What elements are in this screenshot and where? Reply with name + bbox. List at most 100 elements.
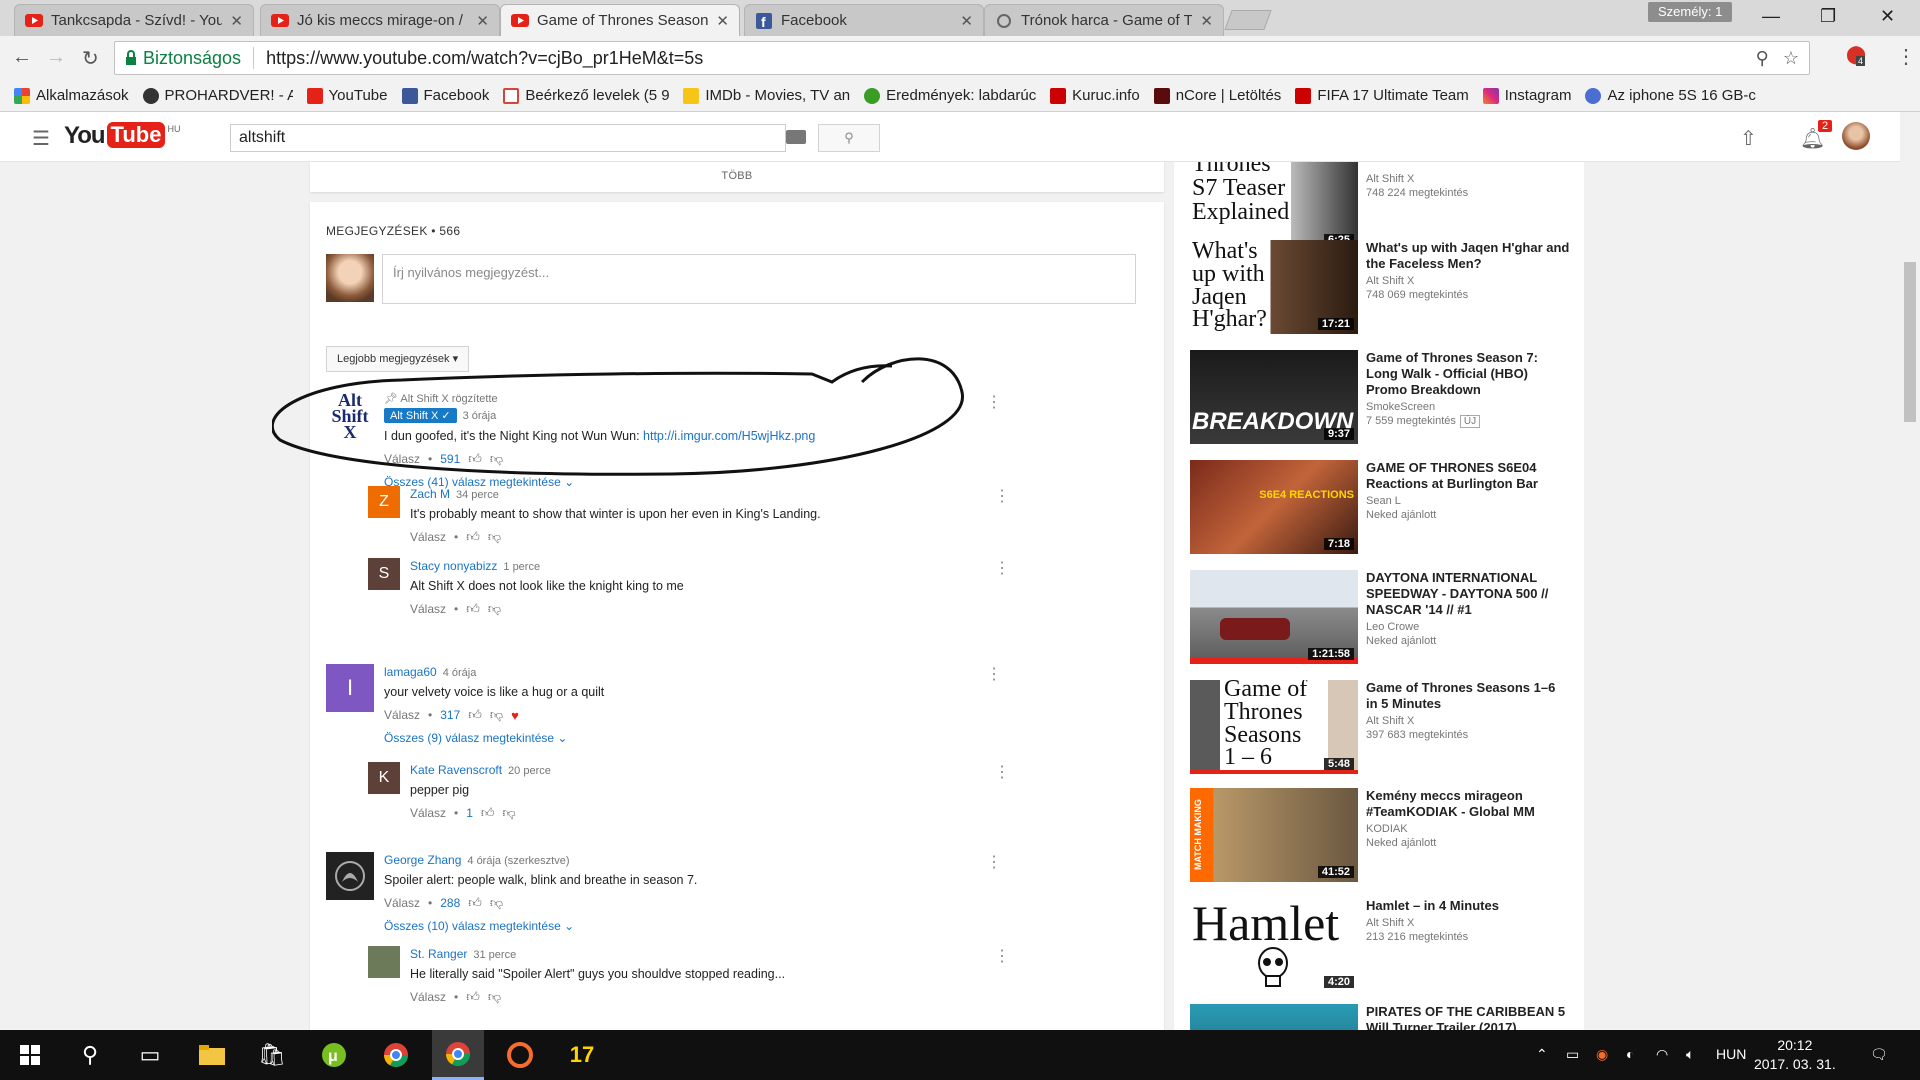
close-icon[interactable]: ✕ <box>230 12 243 30</box>
comment-author[interactable]: lamaga60 <box>384 665 437 679</box>
comment-time[interactable]: 31 perce <box>473 949 516 961</box>
thumbs-up-icon[interactable]: 👍︎ <box>481 805 495 821</box>
thumbs-down-icon[interactable]: 👎︎ <box>490 895 503 911</box>
bookmark-ncore[interactable]: nCore | Letöltés <box>1153 87 1281 104</box>
bookmark-kuruc[interactable]: Kuruc.info <box>1050 87 1140 104</box>
tab-1[interactable]: Tankcsapda - Szívd! - You ✕ <box>14 4 254 36</box>
bookmark-fifa[interactable]: FIFA 17 Ultimate Team <box>1295 87 1469 104</box>
bookmark-apps[interactable]: Alkalmazások <box>14 87 129 104</box>
reply-avatar[interactable]: Z <box>368 486 400 518</box>
bookmark-facebook[interactable]: Facebook <box>401 87 489 104</box>
tab-2[interactable]: Jó kis meccs mirage-on / ✕ <box>260 4 500 36</box>
utorrent-icon[interactable]: μ <box>308 1030 360 1080</box>
bookmark-youtube[interactable]: YouTube <box>306 87 388 104</box>
bookmark-imdb[interactable]: IMDb - Movies, TV an <box>683 87 850 104</box>
bookmark-eredmenyek[interactable]: Eredmények: labdarúc <box>864 87 1036 104</box>
comment-input[interactable]: Írj nyilvános megjegyzést... <box>382 254 1136 304</box>
scrollbar-thumb[interactable] <box>1904 262 1916 422</box>
secure-indicator[interactable]: Biztonságos <box>125 48 241 69</box>
comment-time[interactable]: 4 órája (szerkesztve) <box>467 855 569 867</box>
thumbs-down-icon[interactable]: 👎︎ <box>503 805 516 821</box>
thumbs-down-icon[interactable]: 👎︎ <box>488 989 501 1005</box>
youtube-logo[interactable]: You Tube HU <box>64 122 180 150</box>
origin-icon[interactable] <box>494 1030 546 1080</box>
thumbs-down-icon[interactable]: 👎︎ <box>488 529 501 545</box>
maximize-icon[interactable]: ❐ <box>1820 6 1836 27</box>
comment-avatar[interactable]: I <box>326 664 374 712</box>
reply-button[interactable]: Válasz <box>410 602 446 616</box>
chrome-active-icon[interactable] <box>432 1030 484 1080</box>
comment-author[interactable]: Zach M <box>410 487 450 501</box>
related-video[interactable]: MATCH MAKING 41:52 Kemény meccs mirageon… <box>1190 788 1570 884</box>
video-thumbnail[interactable]: Hamlet 4:20 <box>1190 898 1358 992</box>
close-icon[interactable]: ✕ <box>476 12 489 30</box>
origin-tray-icon[interactable]: ◉ <box>1596 1046 1608 1063</box>
reply-button[interactable]: Válasz <box>410 990 446 1004</box>
tab-5[interactable]: Trónok harca - Game of T ✕ <box>984 4 1224 36</box>
new-tab-button[interactable] <box>1224 10 1272 30</box>
hamburger-menu-icon[interactable]: ☰ <box>32 126 50 151</box>
comment-author[interactable]: George Zhang <box>384 853 461 867</box>
wifi-icon[interactable]: ◠ <box>1656 1046 1668 1063</box>
more-options-icon[interactable]: ⋮ <box>986 392 1002 412</box>
video-thumbnail[interactable]: What's up with Jaqen H'ghar? 17:21 <box>1190 240 1358 334</box>
bookmark-star-icon[interactable]: ☆ <box>1783 48 1799 69</box>
view-replies-button[interactable]: Összes (10) válasz megtekintése ⌄ <box>384 919 1124 933</box>
page-scrollbar[interactable] <box>1900 112 1920 1030</box>
channel-name[interactable]: Alt Shift X <box>1366 173 1570 185</box>
video-thumbnail[interactable]: Game of Thrones Seasons 1 – 6 5:48 <box>1190 680 1358 774</box>
search-icon[interactable]: ⚲ <box>64 1030 116 1080</box>
related-video[interactable]: Hamlet 4:20 Hamlet – in 4 Minutes Alt Sh… <box>1190 898 1570 994</box>
related-video[interactable]: What's up with Jaqen H'ghar? 17:21 What'… <box>1190 240 1570 336</box>
zoom-icon[interactable]: ⚲ <box>1756 48 1769 69</box>
video-title[interactable]: Kemény meccs mirageon #TeamKODIAK - Glob… <box>1366 788 1570 820</box>
channel-name[interactable]: SmokeScreen <box>1366 401 1570 413</box>
thumbs-down-icon[interactable]: 👎︎ <box>490 707 503 723</box>
address-bar[interactable]: Biztonságos https://www.youtube.com/watc… <box>114 41 1810 75</box>
tab-3-active[interactable]: Game of Thrones Season ✕ <box>500 4 740 36</box>
file-explorer-icon[interactable] <box>186 1030 238 1080</box>
profile-button[interactable]: Személy: 1 <box>1648 2 1733 22</box>
reply-button[interactable]: Válasz <box>384 708 420 722</box>
close-icon[interactable]: ✕ <box>960 12 973 30</box>
comment-time[interactable]: 4 órája <box>443 667 477 679</box>
extension-icon[interactable]: ⬤ 4 <box>1846 44 1868 68</box>
channel-name[interactable]: Alt Shift X <box>1366 715 1570 727</box>
show-more-button[interactable]: TÖBB <box>310 170 1164 182</box>
back-icon[interactable]: ← <box>12 46 32 69</box>
search-input[interactable]: altshift <box>230 124 786 152</box>
comment-avatar[interactable] <box>326 852 374 900</box>
more-options-icon[interactable]: ⋮ <box>986 664 1002 684</box>
channel-name[interactable]: Sean L <box>1366 495 1570 507</box>
close-icon[interactable]: ✕ <box>1200 12 1213 30</box>
bookmark-prohardver[interactable]: PROHARDVER! - Az O <box>142 87 293 104</box>
comment-author[interactable]: Stacy nonyabizz <box>410 559 497 573</box>
keyboard-icon[interactable] <box>786 130 806 144</box>
video-thumbnail[interactable]: BREAKDOWN 9:37 <box>1190 350 1358 444</box>
tray-chevron-icon[interactable]: ⌃ <box>1536 1046 1548 1063</box>
store-icon[interactable]: 🛍︎ <box>246 1030 298 1080</box>
bookmark-iphone[interactable]: Az iphone 5S 16 GB-c <box>1585 87 1756 104</box>
forward-icon[interactable]: → <box>46 46 66 69</box>
video-thumbnail[interactable]: MATCH MAKING 41:52 <box>1190 788 1358 882</box>
thumbs-up-icon[interactable]: 👍︎ <box>468 707 482 723</box>
action-center-icon[interactable]: 🗨︎ <box>1870 1046 1888 1063</box>
more-options-icon[interactable]: ⋮ <box>994 762 1010 782</box>
thumbs-up-icon[interactable]: 👍︎ <box>466 529 480 545</box>
comment-author[interactable]: Kate Ravenscroft <box>410 763 502 777</box>
video-title[interactable]: GAME OF THRONES S6E04 Reactions at Burli… <box>1366 460 1570 492</box>
chrome-menu-icon[interactable]: ⋮ <box>1896 44 1916 69</box>
minimize-icon[interactable]: — <box>1762 6 1780 27</box>
video-title[interactable]: Hamlet – in 4 Minutes <box>1366 898 1570 914</box>
reply-avatar[interactable] <box>368 946 400 978</box>
thumbs-down-icon[interactable]: 👎︎ <box>488 601 501 617</box>
video-title[interactable]: Game of Thrones Seasons 1–6 in 5 Minutes <box>1366 680 1570 712</box>
reload-icon[interactable]: ↻ <box>82 46 99 71</box>
volume-icon[interactable]: 🔈︎ <box>1686 1046 1694 1063</box>
battery-icon[interactable]: ▭ <box>1566 1046 1579 1063</box>
video-title[interactable]: PIRATES OF THE CARIBBEAN 5 Will Turner T… <box>1366 1004 1570 1030</box>
fifa17-icon[interactable]: 17 <box>556 1030 608 1080</box>
comment-author[interactable]: St. Ranger <box>410 947 467 961</box>
close-icon[interactable]: ✕ <box>716 12 729 30</box>
related-video[interactable]: S6E4 REACTIONS AT BURLINGTON 7:18 GAME O… <box>1190 460 1570 556</box>
